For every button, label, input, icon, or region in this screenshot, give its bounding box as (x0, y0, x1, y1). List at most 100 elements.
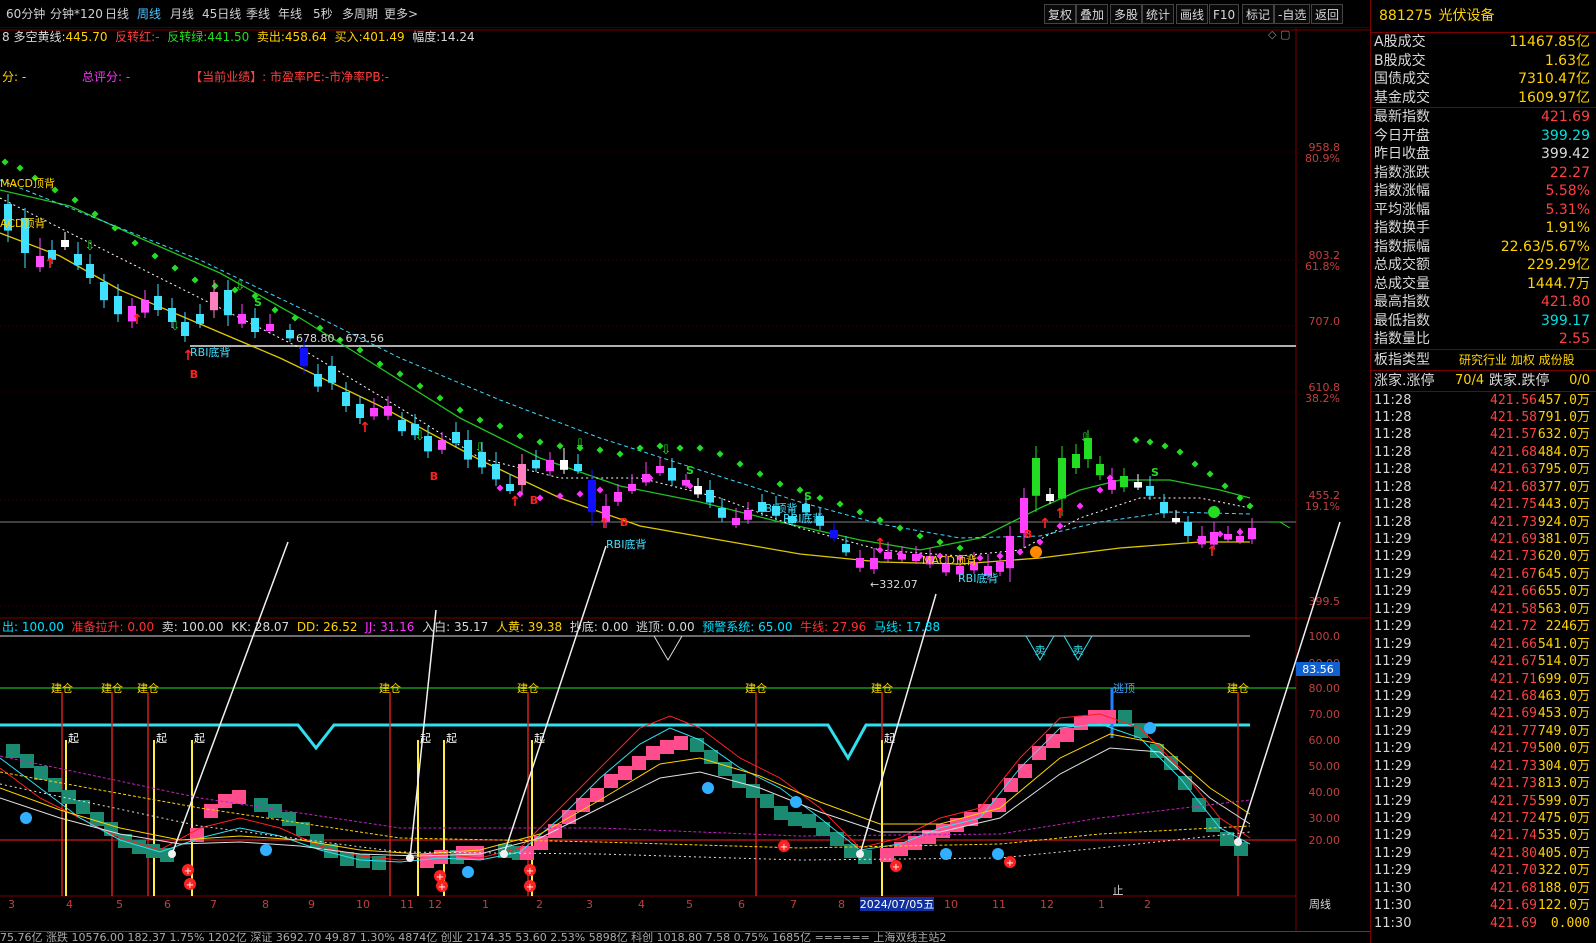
tick-volume: 791.0万 (1537, 409, 1590, 425)
tool-button-6[interactable]: 标记 (1242, 4, 1275, 24)
period-tab-5[interactable]: 45日线 (202, 4, 241, 24)
tick-time: 11:29 (1374, 566, 1412, 582)
candle-body (342, 392, 350, 406)
tick-volume: 463.0万 (1537, 688, 1590, 704)
period-tab-4[interactable]: 月线 (170, 4, 194, 24)
buy-arrow-icon: ↑ (131, 312, 143, 328)
turnover-row: 基金成交 1609.97亿 (1371, 89, 1596, 108)
buy-circle-icon (1030, 546, 1042, 558)
falling-step-bar (830, 832, 844, 846)
tick-row: 11:29 421.79 500.0万 (1371, 740, 1596, 757)
period-tab-1[interactable]: 分钟*120 (50, 4, 103, 24)
kline-chart-svg[interactable]: ◇ ▢958.880.9%803.261.8%707.0610.838.2%45… (0, 28, 1370, 943)
period-tab-9[interactable]: 多周期 (342, 4, 378, 24)
sub-legend-rb: 入白: 35.17 (422, 620, 489, 634)
tick-price: 421.80 (1490, 845, 1537, 861)
fib-pct-label: 61.8% (1305, 260, 1340, 273)
sub-value-tag-text: 83.56 (1302, 663, 1334, 676)
turnover-label: 基金成交 (1374, 89, 1430, 106)
legend-duokong-value: 445.70 (65, 30, 108, 44)
tick-row: 11:29 421.73 304.0万 (1371, 758, 1596, 775)
annotation-low-price: ←332.07 (870, 578, 918, 591)
tick-row: 11:29 421.69 453.0万 (1371, 705, 1596, 722)
period-tab-6[interactable]: 季线 (246, 4, 270, 24)
period-tab-3[interactable]: 周线 (137, 4, 161, 24)
tool-button-0[interactable]: 复权 (1044, 4, 1077, 24)
jiancang-label: 建仓 (51, 681, 73, 695)
tick-list[interactable]: 11:28 421.56 457.0万 11:28 421.58 791.0万 11:28 4… (1371, 392, 1596, 933)
score-label: 分: (2, 70, 19, 84)
buy-arrow-icon: ↑ (1206, 544, 1218, 560)
falling-step-bar (1192, 798, 1206, 812)
sub-legend-jj: JJ: 31.16 (365, 620, 415, 634)
score-value: - (21, 70, 27, 84)
rising-step-bar (1018, 764, 1032, 778)
annotation-price-range: 678.80 - 673.56 (296, 332, 384, 345)
sub-legend-sell: 卖: 100.00 (161, 620, 224, 634)
buy-arrow-icon: ↑ (44, 256, 56, 272)
candle-body (1134, 482, 1142, 488)
sar-dot-green (936, 538, 944, 546)
tick-price: 421.67 (1490, 654, 1537, 670)
period-tab-0[interactable]: 60分钟 (6, 4, 45, 24)
sar-dot-green (1191, 460, 1199, 468)
sell-s-label: S (254, 296, 262, 309)
tool-button-7[interactable]: -自选 (1274, 4, 1311, 24)
falling-step-bar (282, 812, 296, 826)
period-tab-8[interactable]: 5秒 (313, 4, 333, 24)
tick-price: 421.57 (1490, 427, 1537, 443)
tool-button-3[interactable]: 统计 (1142, 4, 1175, 24)
tick-price: 421.75 (1490, 793, 1537, 809)
sar-dot-magenta (1016, 548, 1024, 556)
rh-yellow-line (0, 733, 1251, 855)
tick-time: 11:29 (1374, 706, 1412, 722)
chart-area[interactable]: ◇ ▢ 958.8 80.9% 803.2 61.8% 707.0 610.8 38.2% 45… (0, 28, 1370, 943)
sar-dot-magenta (596, 486, 604, 494)
board-type-value[interactable]: 研究行业 加权 成份股 (1459, 350, 1575, 370)
sell-mark-icon (260, 844, 272, 856)
date-axis-label: 8 (838, 898, 845, 911)
sar-dot-green (356, 346, 364, 354)
tick-price: 421.69 (1490, 706, 1537, 722)
period-tab-7[interactable]: 年线 (278, 4, 302, 24)
taodun-label: 逃顶 (1113, 682, 1135, 695)
tool-button-2[interactable]: 多股 (1110, 4, 1143, 24)
tick-volume: 304.0万 (1537, 758, 1590, 774)
stat-value: 421.69 (1541, 109, 1590, 125)
tool-button-4[interactable]: 画线 (1176, 4, 1209, 24)
falling-step-bar (34, 766, 48, 780)
legend-buy-value: 401.49 (362, 30, 405, 44)
sar-dot-green (191, 276, 199, 284)
pointer-arrow (503, 545, 607, 855)
tool-button-8[interactable]: 返回 (1311, 4, 1344, 24)
sell-arrow-icon: ⇩ (661, 443, 672, 458)
sar-dot-green (556, 442, 564, 450)
stat-label: 指数换手 (1374, 220, 1430, 236)
main-legend: 8 多空黄线:445.70 反转红:- 反转绿:441.50 卖出:458.64… (2, 28, 475, 45)
candle-body (356, 404, 364, 418)
stat-value: 5.31% (1545, 201, 1590, 218)
total-score-value: - (125, 70, 131, 84)
tick-volume: 749.0万 (1537, 723, 1590, 739)
tool-button-5[interactable]: F10 (1209, 4, 1240, 24)
tick-row: 11:28 421.63 795.0万 (1371, 461, 1596, 478)
candle-body (856, 558, 864, 568)
candle-body (706, 490, 714, 503)
tick-row: 11:29 421.75 599.0万 (1371, 793, 1596, 810)
sar-dot-green (676, 444, 684, 452)
rising-step-bar (660, 740, 674, 754)
candle-body (398, 420, 406, 432)
fall-value: 0/0 (1569, 372, 1590, 388)
date-axis-label: 4 (638, 898, 645, 911)
tick-volume: 443.0万 (1537, 497, 1590, 513)
period-tab-10[interactable]: 更多> (384, 4, 418, 24)
panel-header[interactable]: 881275 光伏设备 (1371, 0, 1596, 33)
board-type-row: 板指类型 研究行业 加权 成份股 (1371, 350, 1596, 370)
tool-button-1[interactable]: 叠加 (1076, 4, 1109, 24)
tick-price: 421.75 (1490, 497, 1537, 513)
period-tab-2[interactable]: 日线 (105, 4, 129, 24)
stat-value: 399.29 (1541, 127, 1590, 144)
stat-value: 421.80 (1541, 294, 1590, 310)
sub-legend-out: 出: 100.00 (2, 620, 64, 634)
stat-value: 22.63/5.67% (1500, 238, 1590, 255)
